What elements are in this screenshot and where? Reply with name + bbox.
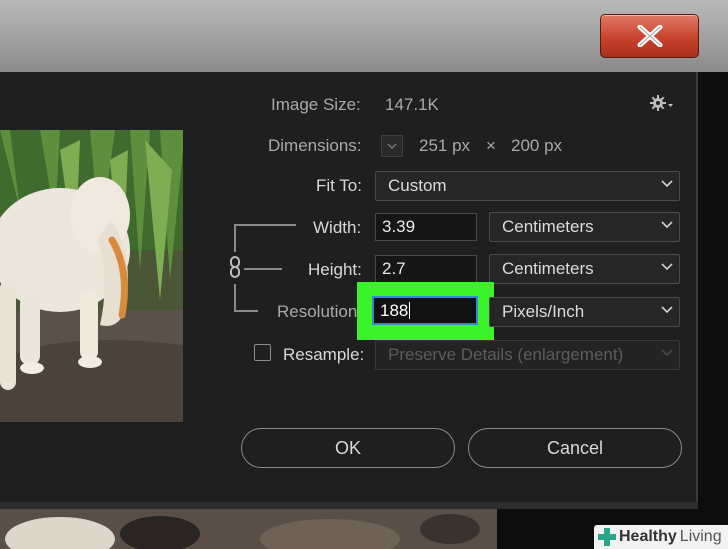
gear-icon (650, 95, 673, 111)
dimensions-label: Dimensions: (268, 136, 362, 155)
close-button[interactable] (600, 14, 699, 58)
cancel-button[interactable]: Cancel (468, 428, 682, 468)
image-size-value: 147.1K (385, 95, 439, 114)
chevron-down-icon (661, 180, 673, 188)
fit-to-value: Custom (388, 176, 447, 195)
resolution-value: 188 (380, 301, 409, 320)
width-label: Width: (313, 218, 362, 237)
fit-to-label: Fit To: (316, 176, 362, 195)
width-unit-select[interactable]: Centimeters (489, 212, 680, 242)
dialog-bottom-edge (0, 502, 698, 509)
height-unit-select[interactable]: Centimeters (489, 254, 680, 284)
dimensions-width-value: 251 px (419, 136, 471, 155)
width-input[interactable]: 3.39 (375, 213, 477, 241)
plus-logo-icon (598, 528, 616, 546)
height-label: Height: (308, 260, 362, 279)
width-unit-value: Centimeters (502, 217, 594, 236)
resample-label: Resample: (283, 345, 365, 364)
resolution-input[interactable]: 188 (372, 296, 478, 325)
chevron-down-icon (661, 306, 673, 314)
watermark-brand-suffix: Living (679, 528, 722, 545)
resolution-label: Resolution (277, 302, 358, 321)
settings-gear-button[interactable] (650, 95, 674, 118)
image-preview (0, 130, 183, 422)
dimensions-height-value: 200 px (511, 136, 563, 155)
background-photo-strip (0, 509, 497, 549)
ok-button[interactable]: OK (241, 428, 455, 468)
background-photo (0, 509, 497, 549)
chevron-down-icon (661, 221, 673, 229)
dimensions-unit-dropdown[interactable] (381, 135, 403, 157)
height-unit-value: Centimeters (502, 259, 594, 278)
chevron-down-icon (661, 263, 673, 271)
dimensions-times-sign: × (486, 136, 496, 155)
resolution-unit-value: Pixels/Inch (502, 302, 585, 321)
chevron-down-icon (387, 143, 397, 149)
image-size-label: Image Size: (271, 95, 361, 114)
cat-photo (0, 130, 183, 422)
close-icon (637, 25, 662, 47)
resample-method-select[interactable]: Preserve Details (enlargement) (375, 340, 680, 370)
resample-method-value: Preserve Details (enlargement) (388, 345, 624, 364)
window-title-bar (0, 0, 728, 72)
chevron-down-icon (661, 349, 673, 357)
resolution-unit-select[interactable]: Pixels/Inch (489, 297, 680, 327)
healthy-living-watermark: Healthy Living (594, 525, 728, 549)
text-cursor (409, 302, 411, 319)
resample-checkbox[interactable] (254, 344, 271, 361)
fit-to-select[interactable]: Custom (375, 171, 680, 201)
watermark-brand: Healthy (619, 528, 677, 545)
height-input[interactable]: 2.7 (375, 255, 477, 283)
